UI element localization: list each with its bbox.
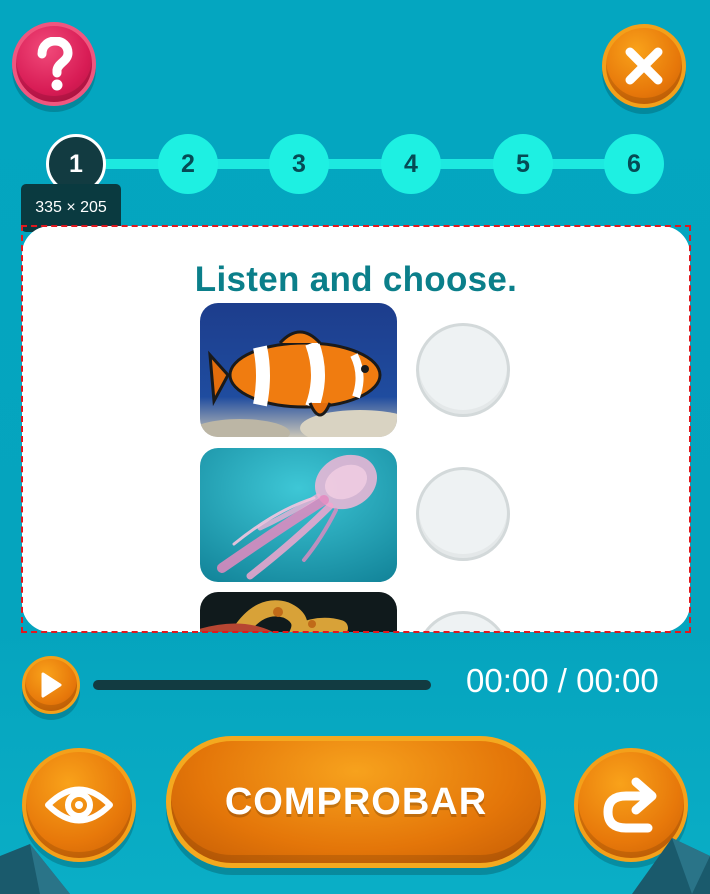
rock-decoration-left (0, 844, 70, 894)
rock-decoration-right (632, 838, 710, 894)
check-button-label: COMPROBAR (224, 780, 488, 823)
clownfish-image[interactable] (200, 303, 397, 437)
help-button[interactable] (12, 22, 96, 106)
option-3-radio[interactable] (416, 611, 510, 632)
question-card: Listen and choose. (22, 226, 690, 632)
eye-icon (45, 786, 113, 824)
step-2[interactable]: 2 (158, 134, 218, 194)
play-icon (41, 672, 62, 698)
question-mark-icon (37, 37, 73, 91)
step-3[interactable]: 3 (269, 134, 329, 194)
close-x-icon (625, 47, 663, 85)
jellyfish-image[interactable] (200, 448, 397, 582)
audio-progress-track[interactable] (93, 680, 431, 690)
step-6[interactable]: 6 (604, 134, 664, 194)
card-title: Listen and choose. (194, 260, 518, 299)
option-2-radio[interactable] (416, 467, 510, 561)
jellyfish-picture (200, 448, 397, 582)
redo-arrow-icon (603, 777, 657, 833)
option-1-radio[interactable] (416, 323, 510, 417)
check-button[interactable]: COMPROBAR (166, 736, 546, 868)
step-4[interactable]: 4 (381, 134, 441, 194)
step-5[interactable]: 5 (493, 134, 553, 194)
play-button[interactable] (22, 656, 80, 714)
audio-time: 00:00 / 00:00 (466, 662, 659, 699)
size-tooltip: 335 × 205 (21, 184, 121, 232)
clownfish-picture (200, 303, 397, 437)
close-button[interactable] (602, 24, 686, 108)
progress-stepper: 1 2 3 4 5 6 (46, 134, 664, 194)
seahorse-image[interactable] (200, 592, 397, 632)
seahorse-picture (200, 592, 397, 632)
